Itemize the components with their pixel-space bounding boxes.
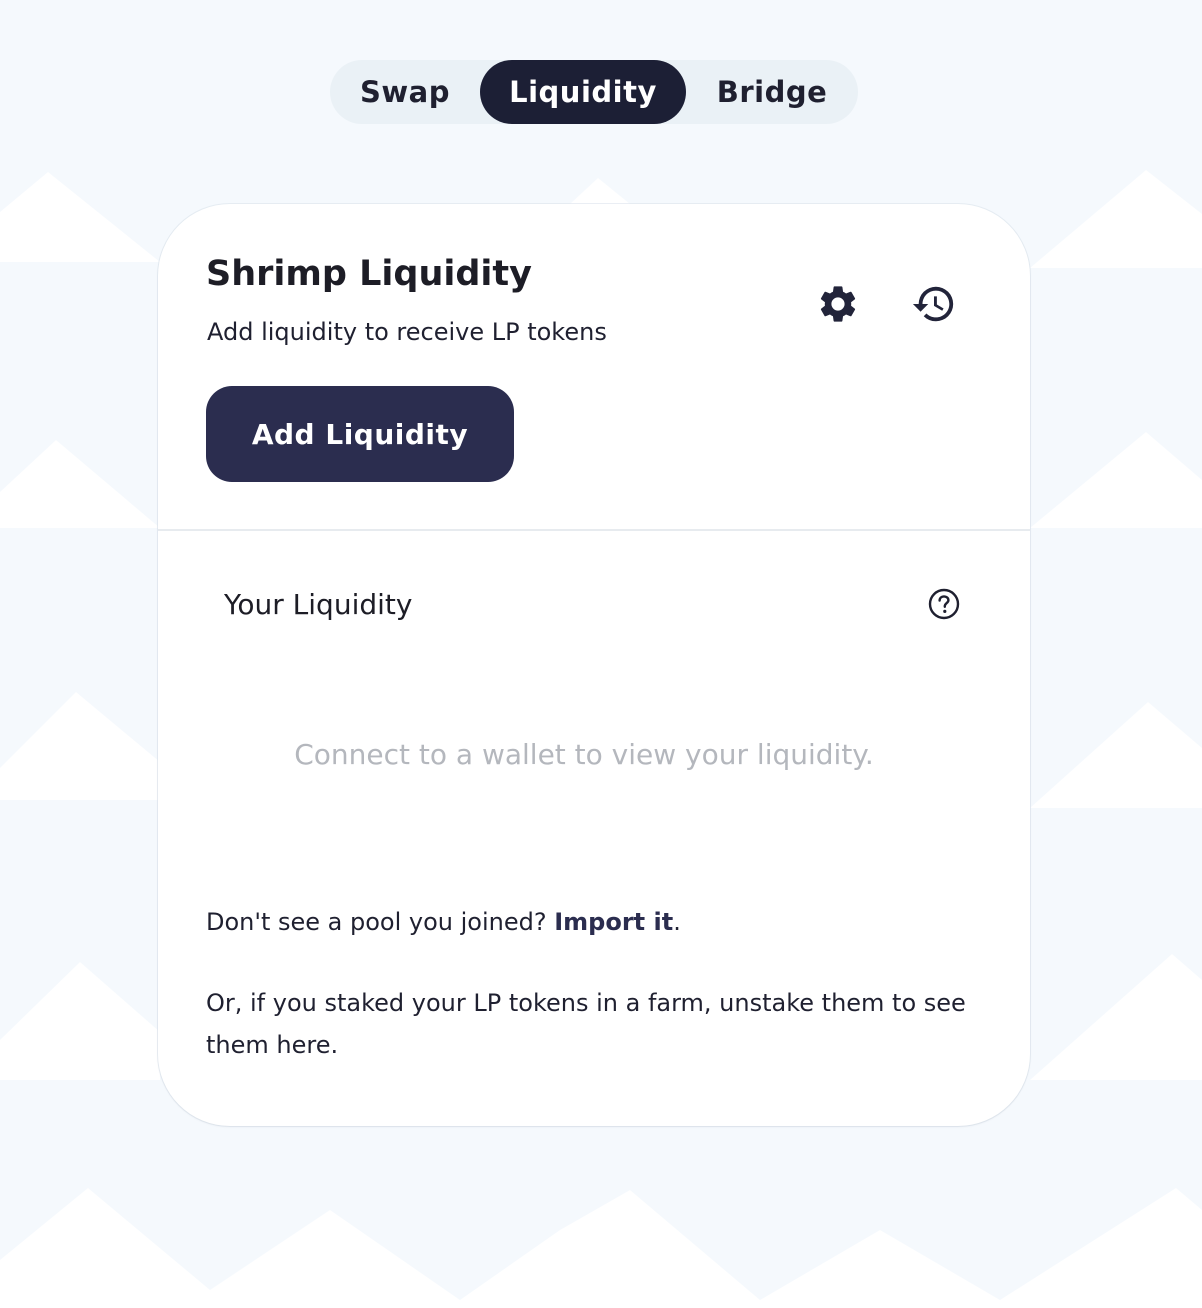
import-prefix: Don't see a pool you joined?	[206, 908, 555, 936]
your-liquidity-heading: Your Liquidity	[224, 588, 413, 621]
divider	[158, 529, 1030, 531]
empty-state-message: Connect to a wallet to view your liquidi…	[294, 738, 874, 771]
import-suffix: .	[673, 908, 681, 936]
gear-icon	[820, 286, 856, 322]
page-tabs: Swap Liquidity Bridge	[330, 60, 858, 124]
import-pool-text: Don't see a pool you joined? Import it.	[206, 908, 681, 936]
question-circle-icon	[928, 588, 960, 620]
unstake-hint: Or, if you staked your LP tokens in a fa…	[206, 989, 966, 1059]
tab-bridge[interactable]: Bridge	[686, 60, 858, 124]
settings-button[interactable]	[814, 280, 862, 328]
tab-liquidity[interactable]: Liquidity	[480, 60, 686, 124]
history-icon	[912, 286, 954, 322]
import-link[interactable]: Import it	[554, 908, 673, 936]
history-button[interactable]	[910, 280, 958, 328]
add-liquidity-button[interactable]: Add Liquidity	[206, 386, 514, 482]
tab-swap[interactable]: Swap	[330, 60, 480, 124]
card-subtitle: Add liquidity to receive LP tokens	[207, 318, 607, 346]
liquidity-card: Shrimp Liquidity Add liquidity to receiv…	[158, 204, 1030, 1126]
page-title: Shrimp Liquidity	[206, 254, 532, 294]
help-button[interactable]	[926, 586, 962, 622]
